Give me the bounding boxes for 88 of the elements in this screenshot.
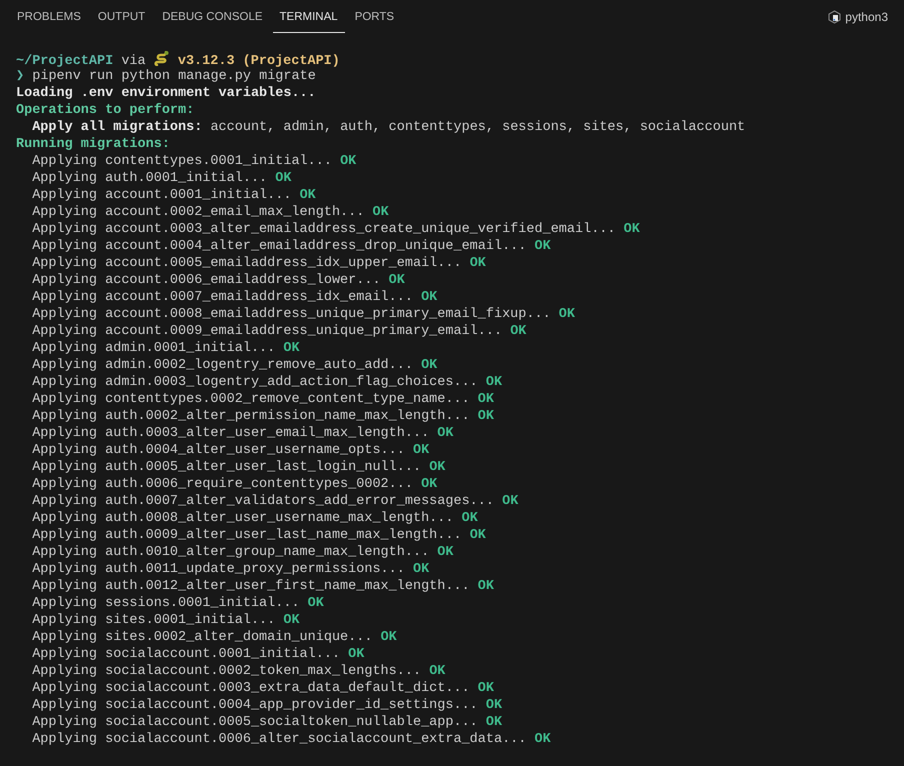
- command-text: pipenv run python manage.py migrate: [32, 69, 316, 84]
- status-label: OK: [429, 664, 446, 679]
- migration-line: Applying account.0001_initial...: [32, 188, 292, 203]
- migration-line: Applying socialaccount.0006_alter_socialaccount_extra_data...: [32, 732, 526, 747]
- status-label: OK: [300, 188, 316, 203]
- panel-tab[interactable]: TERMINAL: [272, 1, 345, 33]
- status-label: OK: [558, 307, 575, 322]
- migration-line: Applying auth.0005_alter_user_last_login_null...: [32, 460, 422, 475]
- migration-line: Applying admin.0002_logentry_remove_auto_add...: [32, 358, 413, 373]
- panel-tab[interactable]: DEBUG CONSOLE: [155, 1, 270, 33]
- status-label: OK: [534, 239, 551, 254]
- migration-line: Applying auth.0001_initial...: [32, 171, 268, 186]
- status-label: OK: [372, 205, 389, 220]
- migration-line: Applying socialaccount.0001_initial...: [32, 647, 340, 662]
- section-heading: Running migrations:: [16, 137, 170, 152]
- prompt-via: via: [121, 54, 146, 69]
- cube-icon: [828, 10, 842, 24]
- status-label: OK: [478, 392, 494, 407]
- migration-line: Applying socialaccount.0002_token_max_lengths...: [32, 664, 422, 679]
- status-label: OK: [429, 460, 446, 475]
- status-label: OK: [462, 511, 478, 526]
- output-label: Apply all migrations:: [32, 120, 202, 135]
- migration-line: Applying auth.0008_alter_user_username_max_length...: [32, 511, 454, 526]
- snake-icon: [154, 51, 170, 66]
- prompt-symbol: ❯: [16, 69, 24, 84]
- status-label: OK: [348, 647, 364, 662]
- terminal-profile-label[interactable]: python3: [845, 8, 888, 26]
- status-label: OK: [486, 698, 502, 713]
- migration-line: Applying account.0008_emailaddress_unique_primary_email_fixup...: [32, 307, 551, 322]
- migration-line: Applying contenttypes.0002_remove_content_type_name...: [32, 392, 470, 407]
- status-label: OK: [486, 375, 502, 390]
- prompt-path: ~/ProjectAPI: [16, 54, 114, 69]
- output-line: Loading .env environment variables...: [16, 86, 316, 101]
- migration-line: Applying auth.0002_alter_permission_name_max_length...: [32, 409, 470, 424]
- status-label: OK: [275, 171, 292, 186]
- migration-line: Applying socialaccount.0003_extra_data_default_dict...: [32, 681, 470, 696]
- status-label: OK: [421, 290, 438, 305]
- migration-line: Applying contenttypes.0001_initial...: [32, 154, 332, 169]
- status-label: OK: [412, 443, 430, 458]
- section-heading: Operations to perform:: [16, 103, 194, 118]
- panel-tab[interactable]: PROBLEMS: [10, 1, 88, 33]
- python-version: v3.12.3 (ProjectAPI): [178, 54, 340, 69]
- migration-line: Applying account.0005_emailaddress_idx_upper_email...: [32, 256, 462, 271]
- status-label: OK: [478, 579, 494, 594]
- status-label: OK: [624, 222, 640, 237]
- migration-line: Applying auth.0006_require_contenttypes_0002...: [32, 477, 413, 492]
- status-label: OK: [478, 681, 494, 696]
- panel-tab[interactable]: PORTS: [348, 1, 402, 33]
- status-label: OK: [478, 409, 494, 424]
- status-label: OK: [421, 477, 438, 492]
- migration-line: Applying sessions.0001_initial...: [32, 596, 300, 611]
- migration-line: Applying auth.0003_alter_user_email_max_length...: [32, 426, 430, 441]
- migration-line: Applying account.0003_alter_emailaddress_create_unique_verified_email...: [32, 222, 616, 237]
- migration-line: Applying account.0004_alter_emailaddress_drop_unique_email...: [32, 239, 526, 254]
- status-label: OK: [470, 256, 486, 271]
- status-label: OK: [534, 732, 551, 747]
- migration-line: Applying account.0007_emailaddress_idx_email...: [32, 290, 413, 305]
- migration-line: Applying account.0006_emailaddress_lower...: [32, 273, 381, 288]
- status-label: OK: [283, 341, 300, 356]
- migration-line: Applying auth.0007_alter_validators_add_error_messages...: [32, 494, 494, 509]
- status-label: OK: [486, 715, 502, 730]
- status-label: OK: [380, 630, 397, 645]
- status-label: OK: [412, 562, 430, 577]
- migration-line: Applying socialaccount.0005_socialtoken_nullable_app...: [32, 715, 478, 730]
- migration-line: Applying sites.0001_initial...: [32, 613, 276, 628]
- migration-line: Applying account.0002_email_max_length...: [32, 205, 364, 220]
- migration-line: Applying auth.0012_alter_user_first_name_max_length...: [32, 579, 470, 594]
- migration-line: Applying auth.0009_alter_user_last_name_max_length...: [32, 528, 462, 543]
- migration-line: Applying sites.0002_alter_domain_unique...: [32, 630, 372, 645]
- status-label: OK: [510, 324, 526, 339]
- status-label: OK: [502, 494, 518, 509]
- status-label: OK: [437, 545, 454, 560]
- status-label: OK: [308, 596, 324, 611]
- panel-tab[interactable]: OUTPUT: [90, 1, 152, 33]
- migration-line: Applying auth.0010_alter_group_name_max_length...: [32, 545, 430, 560]
- status-label: OK: [470, 528, 486, 543]
- migration-line: Applying admin.0001_initial...: [32, 341, 276, 356]
- status-label: OK: [340, 154, 356, 169]
- migration-line: Applying socialaccount.0004_app_provider_id_settings...: [32, 698, 478, 713]
- status-label: OK: [388, 273, 405, 288]
- status-label: OK: [421, 358, 438, 373]
- status-label: OK: [283, 613, 300, 628]
- app-list: account, admin, auth, contenttypes, sessions, sites, socialaccount: [210, 120, 746, 135]
- migration-line: Applying auth.0004_alter_user_username_opts...: [32, 443, 405, 458]
- migration-line: Applying auth.0011_update_proxy_permissions...: [32, 562, 405, 577]
- migration-line: Applying admin.0003_logentry_add_action_flag_choices...: [32, 375, 478, 390]
- migration-line: Applying account.0009_emailaddress_unique_primary_email...: [32, 324, 502, 339]
- status-label: OK: [437, 426, 454, 441]
